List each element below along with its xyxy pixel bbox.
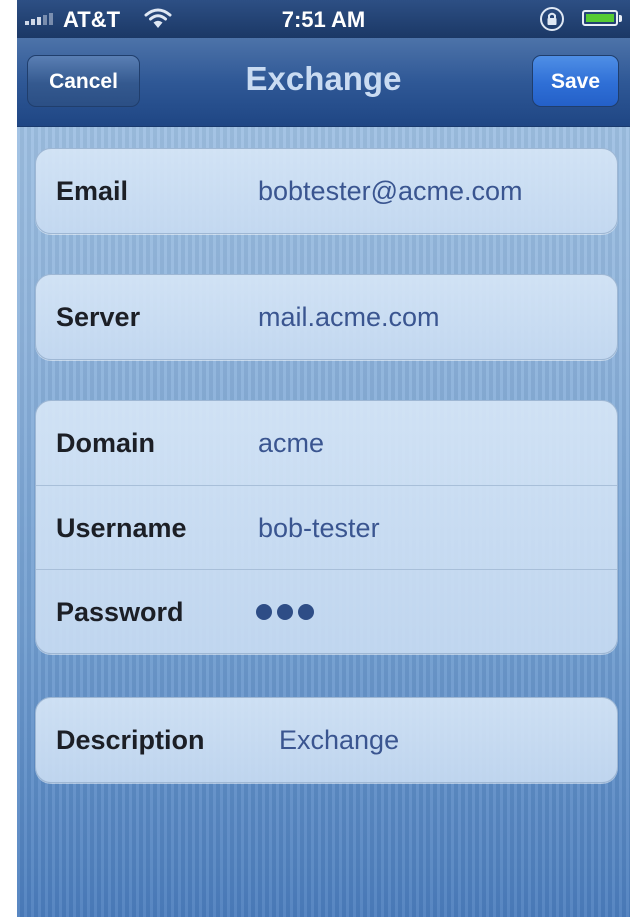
signal-icon — [25, 13, 53, 25]
server-row[interactable]: Server mail.acme.com — [36, 275, 617, 359]
domain-field[interactable]: acme — [258, 401, 324, 485]
nav-bar: Cancel Exchange Save — [17, 38, 630, 127]
domain-row[interactable]: Domain acme — [36, 401, 617, 485]
battery-icon — [582, 10, 622, 26]
description-group: Description Exchange — [35, 697, 618, 783]
email-label: Email — [56, 176, 129, 206]
password-label: Password — [56, 597, 184, 627]
email-group: Email bobtester@acme.com — [35, 148, 618, 234]
email-row[interactable]: Email bobtester@acme.com — [36, 149, 617, 233]
password-dot — [256, 604, 272, 620]
username-label: Username — [56, 513, 187, 543]
save-button[interactable]: Save — [532, 55, 619, 107]
password-dot — [298, 604, 314, 620]
username-field[interactable]: bob-tester — [258, 486, 380, 570]
password-row[interactable]: Password — [36, 569, 617, 653]
description-field[interactable]: Exchange — [279, 698, 399, 782]
credentials-group: Domain acme Username bob-tester Password — [35, 400, 618, 654]
password-dot — [277, 604, 293, 620]
description-label: Description — [56, 725, 205, 755]
status-bar: AT&T 7:51 AM — [17, 0, 630, 38]
server-group: Server mail.acme.com — [35, 274, 618, 360]
description-row[interactable]: Description Exchange — [36, 698, 617, 782]
password-field[interactable] — [256, 570, 314, 653]
email-field[interactable]: bobtester@acme.com — [258, 149, 523, 233]
server-field[interactable]: mail.acme.com — [258, 275, 440, 359]
carrier-name: AT&T — [63, 7, 121, 32]
server-label: Server — [56, 302, 141, 332]
rotation-lock-icon — [540, 7, 564, 31]
username-row[interactable]: Username bob-tester — [36, 485, 617, 569]
domain-label: Domain — [56, 428, 156, 458]
wifi-icon — [144, 8, 172, 28]
exchange-settings-screen: AT&T 7:51 AM Cancel Exchange Save Email … — [17, 0, 630, 917]
